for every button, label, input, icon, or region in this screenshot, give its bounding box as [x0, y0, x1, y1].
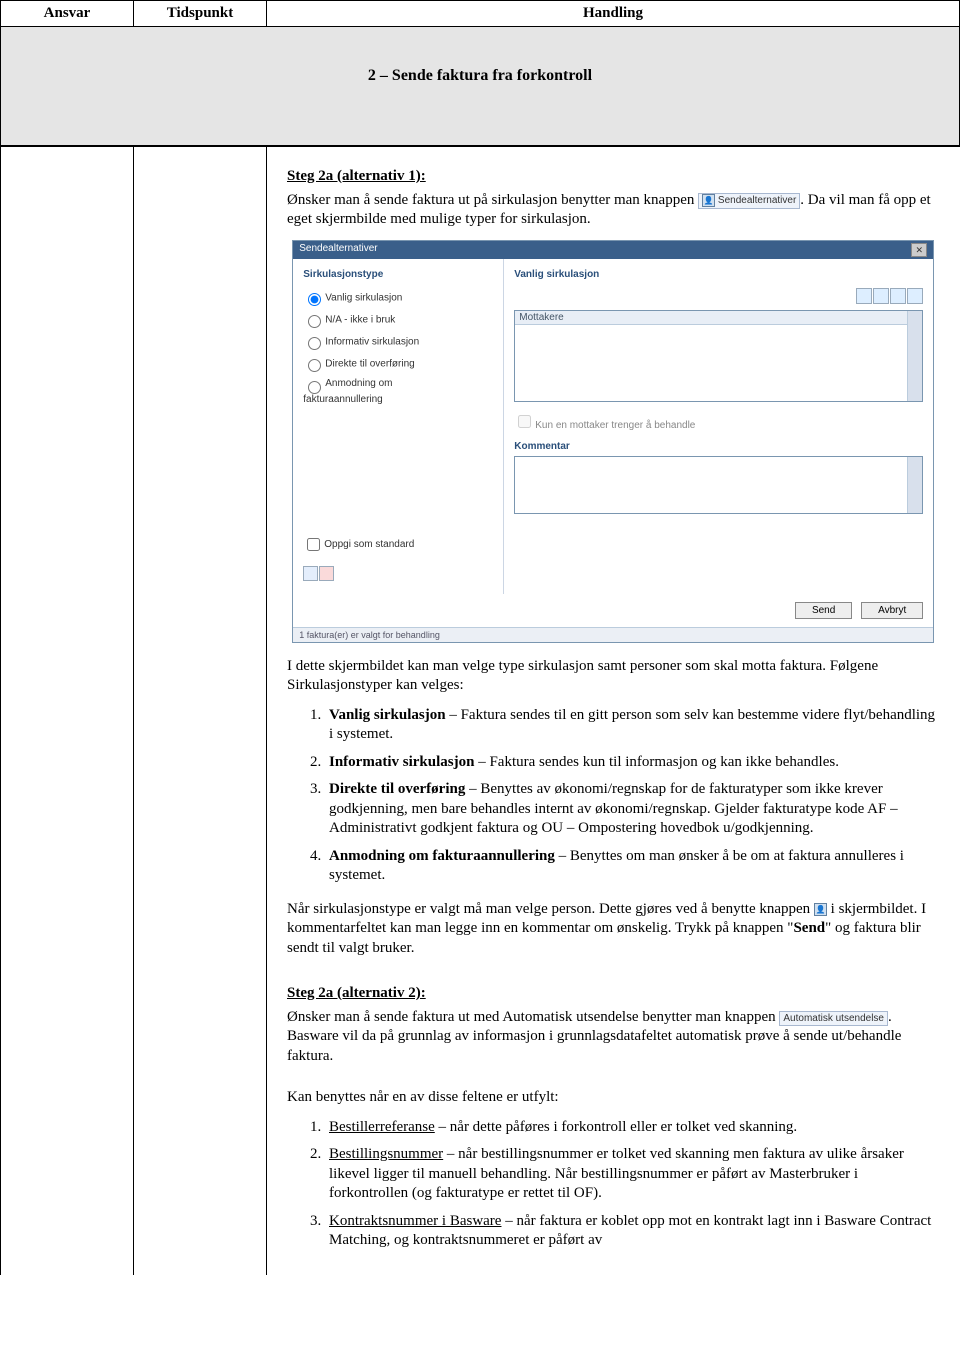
- sirkulasjon-intro: I dette skjermbildet kan man velge type …: [287, 657, 940, 696]
- dialog-right-pane: Vanlig sirkulasjon Mottakere Kun en mott…: [504, 259, 933, 594]
- scrollbar[interactable]: [907, 311, 922, 401]
- handling-cell: Steg 2a (alternativ 1): Ønsker man å sen…: [267, 147, 960, 1275]
- dialog-iconbar: [514, 288, 923, 307]
- felter-list: Bestillerreferanse – når dette påføres i…: [287, 1118, 940, 1251]
- ansvar-cell: [1, 147, 134, 1275]
- vanlig-sirkulasjon-header: Vanlig sirkulasjon: [514, 269, 923, 280]
- sendealternativer-label: Sendealternativer: [718, 196, 796, 207]
- list-item: Kontraktsnummer i Basware – når faktura …: [325, 1212, 940, 1251]
- person-picker-icon[interactable]: 👤: [814, 903, 827, 916]
- list-item: Vanlig sirkulasjon – Faktura sendes til …: [325, 706, 940, 745]
- sendealternativer-dialog: Sendealternativer ✕ Sirkulasjonstype Van…: [292, 240, 934, 643]
- step-2a2-heading: Steg 2a (alternativ 2):: [287, 984, 940, 1004]
- list-item: Informativ sirkulasjon – Faktura sendes …: [325, 753, 940, 773]
- sendealternativer-button[interactable]: 👤 Sendealternativer: [698, 193, 800, 208]
- dialog-title-text: Sendealternativer: [299, 243, 377, 257]
- checkbox-kun-en[interactable]: Kun en mottaker trenger å behandle: [514, 412, 923, 431]
- velg-person-para: Når sirkulasjonstype er valgt må man vel…: [287, 900, 940, 959]
- step-2a1-heading: Steg 2a (alternativ 1):: [287, 167, 940, 187]
- list-item: Bestillingsnummer – når bestillingsnumme…: [325, 1145, 940, 1204]
- tool-icon[interactable]: [856, 288, 872, 304]
- list-item: Direkte til overføring – Benyttes av øko…: [325, 780, 940, 839]
- section-title: 2 – Sende faktura fra forkontroll: [1, 27, 959, 146]
- radio-na[interactable]: N/A - ikke i bruk: [303, 312, 493, 328]
- sirkulasjonstyper-list: Vanlig sirkulasjon – Faktura sendes til …: [287, 706, 940, 886]
- avbryt-button[interactable]: Avbryt: [861, 602, 923, 619]
- kommentar-label: Kommentar: [514, 441, 923, 452]
- close-icon[interactable]: ✕: [911, 243, 927, 257]
- radio-anmodning[interactable]: Anmodning omfakturaannullering: [303, 378, 493, 405]
- step-2a1-para1: Ønsker man å sende faktura ut på sirkula…: [287, 191, 940, 230]
- checkbox-standard[interactable]: Oppgi som standard: [303, 535, 493, 554]
- delete-icon[interactable]: [319, 566, 334, 581]
- step-2a2-para1: Ønsker man å sende faktura ut med Automa…: [287, 1008, 940, 1067]
- scrollbar[interactable]: [907, 457, 922, 513]
- kan-benyttes-intro: Kan benyttes når en av disse feltene er …: [287, 1088, 940, 1108]
- user-icon: 👤: [702, 194, 715, 207]
- list-item: Bestillerreferanse – når dette påføres i…: [325, 1118, 940, 1138]
- dialog-smallicons: [303, 566, 493, 584]
- info-icon[interactable]: [303, 566, 318, 581]
- document-table: Ansvar Tidspunkt Handling 2 – Sende fakt…: [0, 0, 960, 1275]
- automatisk-utsendelse-button[interactable]: Automatisk utsendelse: [779, 1011, 888, 1026]
- col-header-tidspunkt: Tidspunkt: [134, 1, 267, 27]
- dialog-titlebar: Sendealternativer ✕: [293, 241, 933, 259]
- mottakere-header: Mottakere: [515, 311, 922, 325]
- col-header-handling: Handling: [267, 1, 960, 27]
- dialog-left-pane: Sirkulasjonstype Vanlig sirkulasjon N/A …: [293, 259, 504, 594]
- radio-vanlig[interactable]: Vanlig sirkulasjon: [303, 290, 493, 306]
- tool-icon[interactable]: [890, 288, 906, 304]
- tool-icon[interactable]: [873, 288, 889, 304]
- kommentar-textarea[interactable]: [514, 456, 923, 514]
- list-item: Anmodning om fakturaannullering – Benytt…: [325, 847, 940, 886]
- send-button[interactable]: Send: [795, 602, 852, 619]
- radio-direkte[interactable]: Direkte til overføring: [303, 356, 493, 372]
- radio-informativ[interactable]: Informativ sirkulasjon: [303, 334, 493, 350]
- tidspunkt-cell: [134, 147, 267, 1275]
- col-header-ansvar: Ansvar: [1, 1, 134, 27]
- step-2a1-text-a: Ønsker man å sende faktura ut på sirkula…: [287, 192, 694, 208]
- dialog-statusbar: 1 faktura(er) er valgt for behandling: [293, 627, 933, 642]
- tool-icon[interactable]: [907, 288, 923, 304]
- sirkulasjonstype-header: Sirkulasjonstype: [303, 269, 493, 280]
- mottakere-listbox[interactable]: Mottakere: [514, 310, 923, 402]
